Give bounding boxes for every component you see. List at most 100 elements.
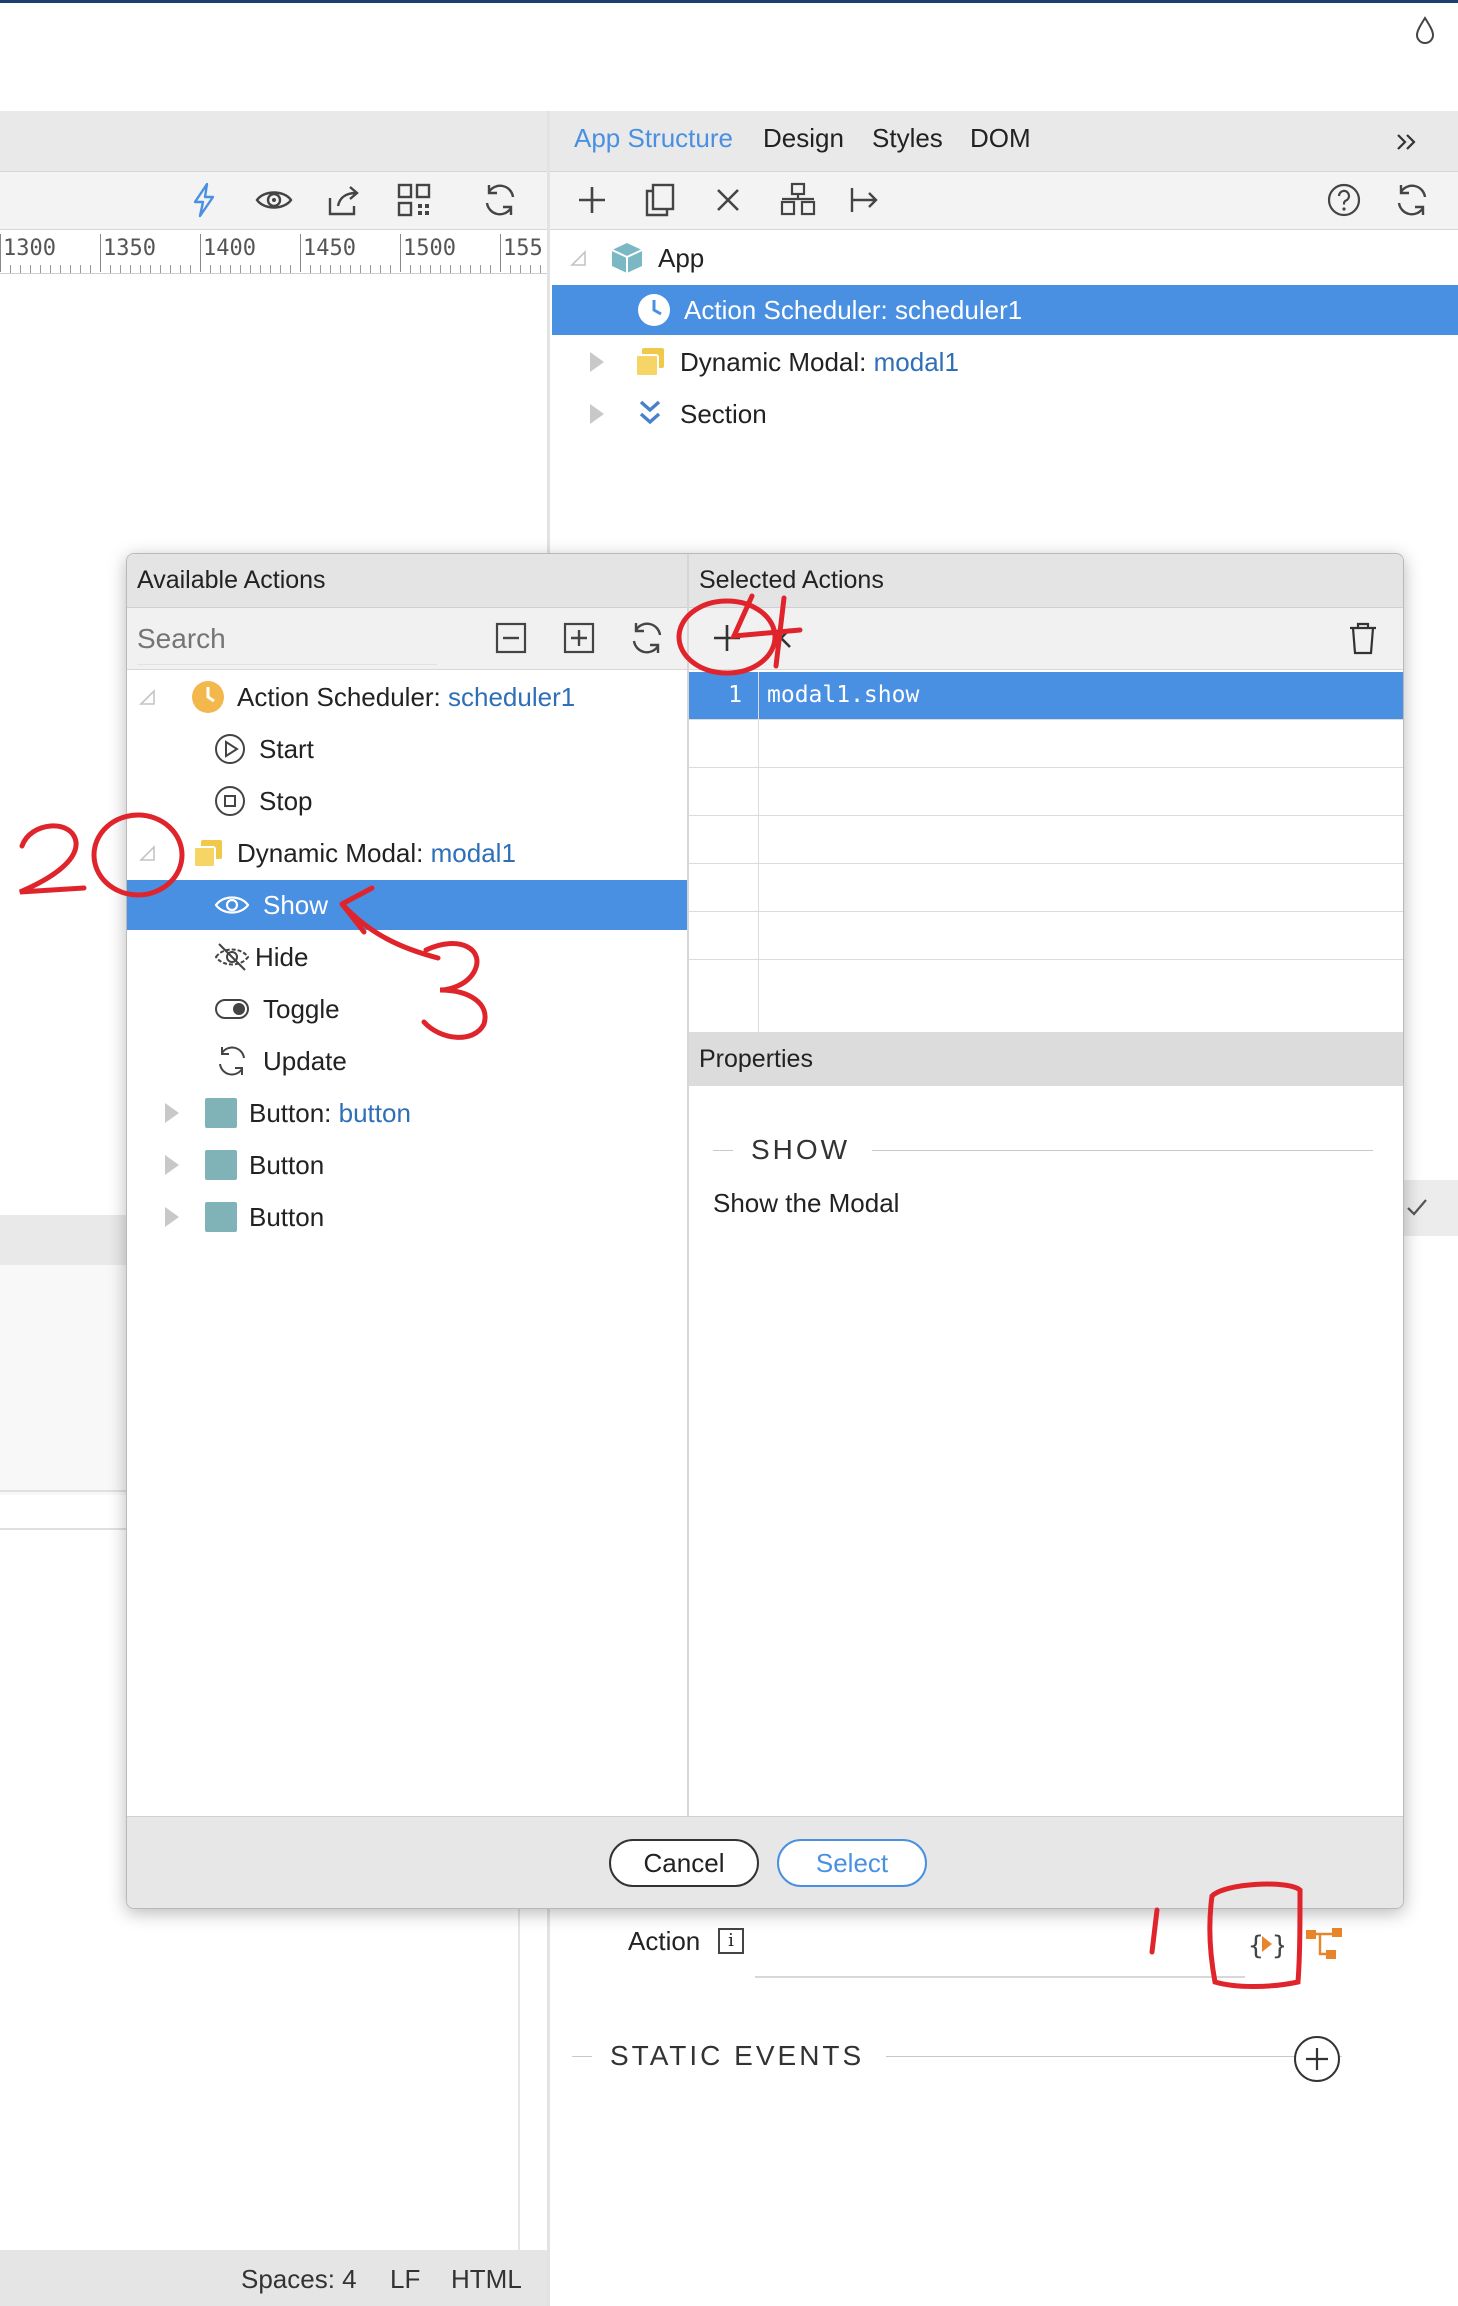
collapse-triangle-icon[interactable] — [137, 843, 157, 863]
tree-node-section[interactable]: Section — [550, 389, 1458, 439]
ruler-minor-tick — [510, 265, 511, 273]
empty-grid-row[interactable] — [689, 960, 1403, 1032]
action-stop[interactable]: Stop — [127, 776, 687, 826]
lightning-icon[interactable] — [182, 178, 226, 222]
ruler-minor-tick — [460, 265, 461, 273]
action-show[interactable]: Show — [127, 880, 687, 930]
ruler-minor-tick — [420, 265, 421, 273]
available-actions-title: Available Actions — [137, 566, 326, 594]
ruler-tick — [300, 234, 301, 272]
tree-node-button-label: Button — [249, 1201, 325, 1232]
tree-node-scheduler1[interactable]: Action Scheduler: scheduler1 — [552, 285, 1458, 335]
empty-grid-row[interactable] — [689, 720, 1403, 768]
structure-icon[interactable] — [776, 178, 820, 222]
move-to-icon[interactable] — [842, 178, 886, 222]
data-binding-icon[interactable]: {} — [1244, 1924, 1288, 1964]
ruler-minor-tick — [430, 265, 431, 273]
app-structure-toolbar — [550, 171, 1458, 230]
tree-node-button-label: Button — [249, 1149, 325, 1180]
tree-node-section-label: Section — [680, 398, 767, 429]
tab-app-structure[interactable]: App Structure — [574, 123, 733, 154]
action-info-icon[interactable]: i — [718, 1928, 744, 1954]
expand-triangle-icon[interactable] — [590, 352, 604, 372]
refresh-icon[interactable] — [1390, 178, 1434, 222]
empty-grid-row[interactable] — [689, 912, 1403, 960]
qr-code-icon[interactable] — [392, 178, 436, 222]
ruler-minor-tick — [310, 265, 311, 273]
add-action-icon[interactable] — [705, 616, 749, 660]
tree-node-button[interactable]: Button — [127, 1140, 687, 1190]
update-icon — [219, 1046, 245, 1076]
preview-eye-icon[interactable] — [252, 178, 296, 222]
selected-action-row[interactable]: 1 modal1.show — [689, 672, 1403, 720]
ruler-minor-tick — [170, 265, 171, 273]
action-start[interactable]: Start — [127, 724, 687, 774]
ruler-minor-tick — [210, 265, 211, 273]
tree-node-modal1-label: Dynamic Modal: modal1 — [680, 346, 959, 377]
ruler-minor-tick — [220, 265, 221, 273]
expand-triangle-icon[interactable] — [165, 1103, 179, 1123]
action-hide[interactable]: Hide — [127, 932, 687, 982]
collapse-triangle-icon[interactable] — [137, 687, 157, 707]
tree-node-modal1[interactable]: Dynamic Modal: modal1 — [127, 828, 687, 878]
empty-grid-row[interactable] — [689, 864, 1403, 912]
action-label: Action — [628, 1926, 701, 1956]
cancel-button[interactable]: Cancel — [609, 1839, 759, 1887]
tree-node-modal1[interactable]: Dynamic Modal: modal1 — [550, 337, 1458, 387]
collapse-triangle-icon[interactable] — [568, 248, 588, 268]
flow-icon[interactable] — [1304, 1924, 1346, 1964]
trash-icon[interactable] — [1341, 616, 1385, 660]
properties-title: Properties — [699, 1044, 813, 1073]
remove-action-icon[interactable] — [759, 616, 803, 660]
tab-design[interactable]: Design — [763, 123, 844, 154]
status-language[interactable]: HTML — [451, 2264, 522, 2295]
ruler-minor-tick — [240, 265, 241, 273]
action-toggle[interactable]: Toggle — [127, 984, 687, 1034]
ruler-minor-tick — [50, 265, 51, 273]
tree-node-scheduler1[interactable]: Action Scheduler: scheduler1 — [127, 672, 687, 722]
empty-grid-row[interactable] — [689, 768, 1403, 816]
collapse-all-icon[interactable] — [489, 616, 533, 660]
dialog-footer: Cancel Select — [127, 1816, 1403, 1908]
tree-node-button[interactable]: Button: button — [127, 1088, 687, 1138]
refresh-icon[interactable] — [625, 616, 669, 660]
expand-triangle-icon[interactable] — [165, 1155, 179, 1175]
duplicate-icon[interactable] — [638, 178, 682, 222]
tab-styles[interactable]: Styles — [872, 123, 943, 154]
ruler-minor-tick — [360, 265, 361, 273]
chevrons-right-icon[interactable] — [1392, 127, 1422, 157]
ruler-minor-tick — [340, 265, 341, 273]
expand-triangle-icon[interactable] — [590, 404, 604, 424]
expand-all-icon[interactable] — [557, 616, 601, 660]
status-spaces[interactable]: Spaces: 4 — [241, 2264, 357, 2295]
checkmark-strip — [1398, 1180, 1458, 1236]
empty-grid-row[interactable] — [689, 816, 1403, 864]
section-chevron-icon — [639, 400, 661, 425]
tree-node-app[interactable]: App — [550, 233, 1458, 283]
action-update[interactable]: Update — [127, 1036, 687, 1086]
add-event-icon[interactable] — [1292, 2034, 1342, 2084]
status-eol[interactable]: LF — [390, 2264, 420, 2295]
tree-node-button[interactable]: Button — [127, 1192, 687, 1242]
add-icon[interactable] — [570, 178, 614, 222]
refresh-icon[interactable] — [478, 178, 522, 222]
ruler-minor-tick — [260, 265, 261, 273]
action-picker-dialog: Available Actions Selected Actions Searc… — [126, 553, 1404, 1909]
editor-status-bar: Spaces: 4 LF HTML — [0, 2250, 547, 2306]
tree-node-app-label: App — [658, 242, 705, 273]
properties-header: Properties — [689, 1032, 1403, 1086]
theme-drop-icon[interactable] — [1412, 14, 1438, 48]
search-input[interactable] — [137, 618, 487, 660]
svg-text:}: } — [1272, 1931, 1284, 1961]
delete-x-icon[interactable] — [706, 178, 750, 222]
eye-off-icon — [214, 943, 250, 971]
ruler-minor-tick — [30, 265, 31, 273]
select-button[interactable]: Select — [777, 1839, 927, 1887]
help-icon[interactable] — [1322, 178, 1366, 222]
ruler-minor-tick — [90, 265, 91, 273]
ruler-minor-tick — [520, 265, 521, 273]
tab-dom[interactable]: DOM — [970, 123, 1031, 154]
share-icon[interactable] — [322, 178, 366, 222]
action-toggle-label: Toggle — [263, 993, 340, 1024]
expand-triangle-icon[interactable] — [165, 1207, 179, 1227]
